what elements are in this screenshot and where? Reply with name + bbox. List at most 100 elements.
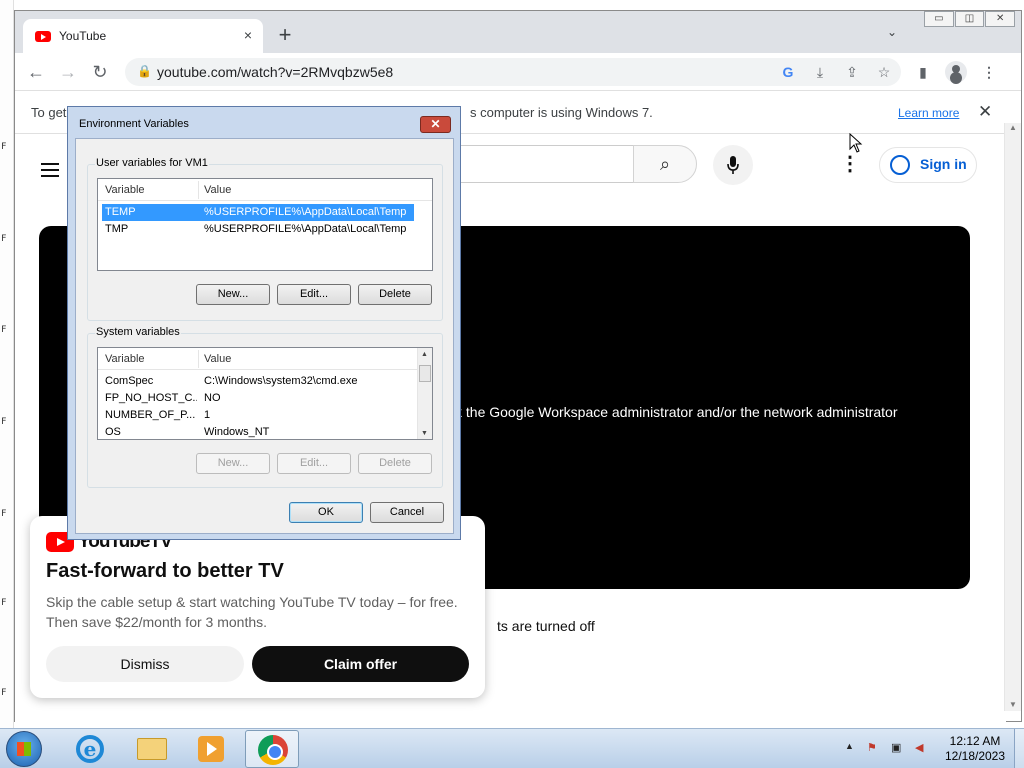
desktop-icon-fragment: F: [1, 417, 7, 427]
list-header: Variable Value: [98, 348, 432, 370]
list-item[interactable]: FP_NO_HOST_C... NO: [102, 390, 414, 407]
system-delete-button[interactable]: Delete: [358, 453, 432, 474]
tab-strip: YouTube × + ⌄ ▭ ◫ ✕: [15, 11, 1021, 53]
tab-search-icon[interactable]: ⌄: [887, 25, 903, 41]
scroll-thumb[interactable]: [419, 365, 431, 382]
list-item[interactable]: NUMBER_OF_P... 1: [102, 407, 414, 424]
network-icon[interactable]: ▣: [891, 741, 901, 754]
install-app-icon[interactable]: ⤓: [811, 63, 829, 81]
promo-title: Fast-forward to better TV: [46, 560, 284, 582]
taskbar-internet-explorer[interactable]: e: [62, 730, 116, 768]
video-error-message: k the Google Workspace administrator and…: [455, 404, 898, 420]
column-variable[interactable]: Variable: [105, 353, 145, 365]
profile-avatar-icon[interactable]: [945, 61, 967, 83]
column-value[interactable]: Value: [204, 184, 231, 196]
sign-in-label: Sign in: [920, 156, 967, 172]
variable-value: NO: [204, 392, 221, 404]
list-item[interactable]: ComSpec C:\Windows\system32\cmd.exe: [102, 373, 414, 390]
address-bar[interactable]: 🔒 youtube.com/watch?v=2RMvqbzw5e8 G ⤓ ⇪ …: [125, 58, 901, 86]
taskbar-chrome[interactable]: [245, 730, 299, 768]
youtube-favicon-icon: [35, 31, 51, 42]
back-arrow-icon[interactable]: ←: [25, 61, 47, 83]
minimize-button[interactable]: ▭: [924, 11, 954, 27]
variable-name: NUMBER_OF_P...: [105, 409, 196, 421]
claim-offer-button[interactable]: Claim offer: [252, 646, 469, 682]
dialog-close-button[interactable]: ✕: [420, 116, 451, 133]
user-variables-label: User variables for VM1: [95, 157, 209, 169]
lock-icon[interactable]: 🔒: [137, 64, 152, 78]
list-scrollbar[interactable]: ▲ ▼: [417, 348, 432, 439]
comments-status: ts are turned off: [497, 618, 595, 634]
system-clock[interactable]: 12:12 AM 12/18/2023: [940, 734, 1010, 764]
desktop-icon-fragment: F: [1, 688, 7, 698]
reload-icon[interactable]: ↻: [89, 61, 111, 83]
user-new-button[interactable]: New...: [196, 284, 270, 305]
sign-in-button[interactable]: Sign in: [879, 147, 977, 183]
show-desktop-button[interactable]: [1014, 729, 1024, 768]
taskbar-media-player[interactable]: [184, 730, 238, 768]
variable-value: %USERPROFILE%\AppData\Local\Temp: [204, 206, 407, 218]
infobar-close-icon[interactable]: ✕: [978, 102, 992, 122]
start-button-icon[interactable]: [6, 731, 42, 767]
desktop-icon-fragment: F: [1, 325, 7, 335]
more-options-icon[interactable]: ⋮: [839, 153, 861, 175]
system-edit-button[interactable]: Edit...: [277, 453, 351, 474]
new-tab-button[interactable]: +: [275, 24, 295, 46]
user-variables-list[interactable]: Variable Value TEMP %USERPROFILE%\AppDat…: [97, 178, 433, 271]
variable-value: C:\Windows\system32\cmd.exe: [204, 375, 358, 387]
column-variable[interactable]: Variable: [105, 184, 145, 196]
chrome-icon: [258, 735, 288, 765]
scroll-up-arrow-icon[interactable]: ▲: [1009, 123, 1017, 132]
cancel-button[interactable]: Cancel: [370, 502, 444, 523]
ok-button[interactable]: OK: [289, 502, 363, 523]
hamburger-menu-icon[interactable]: [41, 163, 59, 177]
list-item[interactable]: TEMP %USERPROFILE%\AppData\Local\Temp: [102, 204, 414, 221]
learn-more-link[interactable]: Learn more: [898, 106, 959, 120]
tab-close-icon[interactable]: ×: [239, 26, 257, 44]
infobar-message-end: s computer is using Windows 7.: [470, 105, 653, 120]
tray-expand-icon[interactable]: ▲: [845, 741, 854, 751]
system-variables-list[interactable]: Variable Value ComSpec C:\Windows\system…: [97, 347, 433, 440]
page-scrollbar[interactable]: ▲ ▼: [1004, 123, 1021, 711]
environment-variables-dialog: Environment Variables ✕ User variables f…: [67, 106, 461, 540]
google-lens-icon[interactable]: G: [779, 63, 797, 81]
desktop-icon-fragment: F: [1, 234, 7, 244]
folder-icon: [137, 738, 167, 760]
close-window-button[interactable]: ✕: [985, 11, 1016, 27]
list-item[interactable]: OS Windows_NT: [102, 424, 414, 439]
internet-explorer-icon: e: [76, 735, 104, 763]
variable-value: 1: [204, 409, 211, 421]
youtube-tv-promo: YouTubeTV Fast-forward to better TV Skip…: [30, 516, 485, 698]
restore-button[interactable]: ◫: [954, 11, 985, 27]
variable-name: ComSpec: [105, 375, 154, 387]
scroll-up-arrow-icon[interactable]: ▲: [421, 351, 428, 358]
tab-youtube[interactable]: YouTube ×: [23, 19, 263, 53]
side-panel-icon[interactable]: ▮: [913, 62, 933, 82]
url-text[interactable]: youtube.com/watch?v=2RMvqbzw5e8: [157, 64, 393, 80]
variable-value: Windows_NT: [204, 426, 270, 438]
search-icon[interactable]: ⌕: [633, 145, 697, 183]
clock-time: 12:12 AM: [949, 734, 1001, 748]
scroll-down-arrow-icon[interactable]: ▼: [421, 430, 428, 437]
user-delete-button[interactable]: Delete: [358, 284, 432, 305]
action-center-flag-icon[interactable]: ⚑: [867, 741, 877, 754]
column-divider: [198, 350, 199, 368]
volume-muted-icon[interactable]: ◀: [915, 741, 923, 754]
share-icon[interactable]: ⇪: [843, 63, 861, 81]
list-item[interactable]: TMP %USERPROFILE%\AppData\Local\Temp: [102, 221, 414, 238]
microphone-icon[interactable]: [713, 145, 753, 185]
list-header: Variable Value: [98, 179, 432, 201]
desktop-edge: F F F F F F F: [0, 0, 14, 728]
dismiss-button[interactable]: Dismiss: [46, 646, 244, 682]
system-new-button[interactable]: New...: [196, 453, 270, 474]
variable-name: FP_NO_HOST_C...: [105, 392, 197, 404]
taskbar-file-explorer[interactable]: [124, 730, 178, 768]
promo-body: Skip the cable setup & start watching Yo…: [46, 594, 458, 630]
forward-arrow-icon[interactable]: →: [57, 61, 79, 83]
column-value[interactable]: Value: [204, 353, 231, 365]
chrome-menu-icon[interactable]: ⋮: [979, 62, 999, 82]
scroll-down-arrow-icon[interactable]: ▼: [1009, 700, 1017, 709]
user-edit-button[interactable]: Edit...: [277, 284, 351, 305]
bookmark-star-icon[interactable]: ☆: [875, 63, 893, 81]
account-circle-icon: [890, 155, 910, 175]
